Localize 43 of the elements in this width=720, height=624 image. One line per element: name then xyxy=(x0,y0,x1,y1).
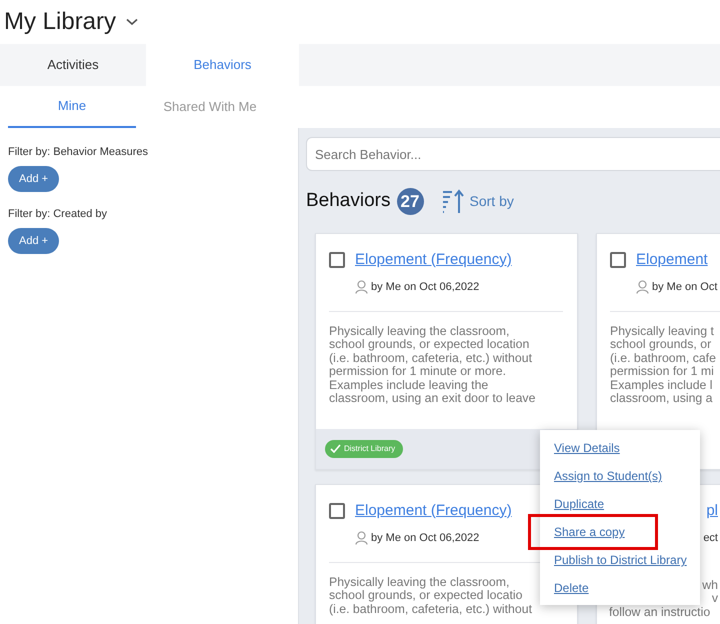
menu-item[interactable]: Duplicate xyxy=(554,496,604,512)
person-icon xyxy=(355,531,368,546)
person-icon xyxy=(636,280,649,294)
tab[interactable]: Activities xyxy=(0,44,146,86)
chevron-down-icon[interactable] xyxy=(126,18,138,26)
behavior-description: Physically leaving the classroom, school grounds, or expected location (i.e. bathroom, cafeteria, etc.) without permission for 1 minute or more. Examples include leaving the classroom, using an exit door to leave xyxy=(329,324,536,406)
filter-label: Filter by: Created by xyxy=(8,207,108,222)
behavior-title-link[interactable]: Elopement xyxy=(636,248,708,271)
check-icon xyxy=(330,444,341,453)
checkbox[interactable] xyxy=(610,252,626,268)
menu-item[interactable]: Share a copy xyxy=(528,514,658,550)
sort-button[interactable]: Sort by xyxy=(442,189,514,214)
page-title: My Library xyxy=(4,8,116,36)
search-field[interactable]: Search Behavior... xyxy=(306,137,720,171)
count-badge: 27 xyxy=(396,188,424,215)
checkbox[interactable] xyxy=(329,502,345,519)
behavior-title-link[interactable]: pl xyxy=(706,500,718,522)
description-fragment: wh xyxy=(702,578,718,592)
subtab[interactable]: Mine xyxy=(8,86,136,128)
filter-label: Filter by: Behavior Measures xyxy=(8,145,148,160)
behavior-title-link[interactable]: Elopement (Frequency) xyxy=(355,500,512,522)
checkbox[interactable] xyxy=(329,252,345,268)
menu-item[interactable]: Assign to Student(s) xyxy=(554,468,662,484)
author-date: ect xyxy=(703,531,718,546)
menu-item[interactable]: Delete xyxy=(554,580,589,596)
author-date: by Me on Oct 06,2022 xyxy=(371,531,480,546)
section-title: Behaviors xyxy=(306,189,390,213)
menu-item[interactable]: View Details xyxy=(554,440,620,456)
author-date: by Me on Oct 06,2022 xyxy=(371,280,480,295)
behavior-description: Physically leaving the classroom, school grounds, or expected locatio (i.e. bathroom, cafeteria, etc.) without xyxy=(329,576,532,616)
author-date: by Me on Oct xyxy=(652,280,718,295)
sort-icon xyxy=(442,189,464,214)
description-fragment: follow an instructio xyxy=(609,606,710,620)
behavior-title-link[interactable]: Elopement (Frequency) xyxy=(355,248,512,271)
library-tag: District Library xyxy=(325,440,404,458)
person-icon xyxy=(355,280,368,294)
add-button[interactable]: Add + xyxy=(8,228,60,254)
tab[interactable]: Behaviors xyxy=(146,44,299,86)
description-fragment: v xyxy=(712,592,718,606)
behavior-description: Physically leaving t school grounds, or (i.e. bathroom, cafe permission for 1 mi Examples include l classroom, using a xyxy=(610,324,716,406)
menu-item[interactable]: Publish to District Library xyxy=(554,552,687,568)
subtab[interactable]: Shared With Me xyxy=(136,86,284,128)
add-button[interactable]: Add + xyxy=(8,166,60,192)
